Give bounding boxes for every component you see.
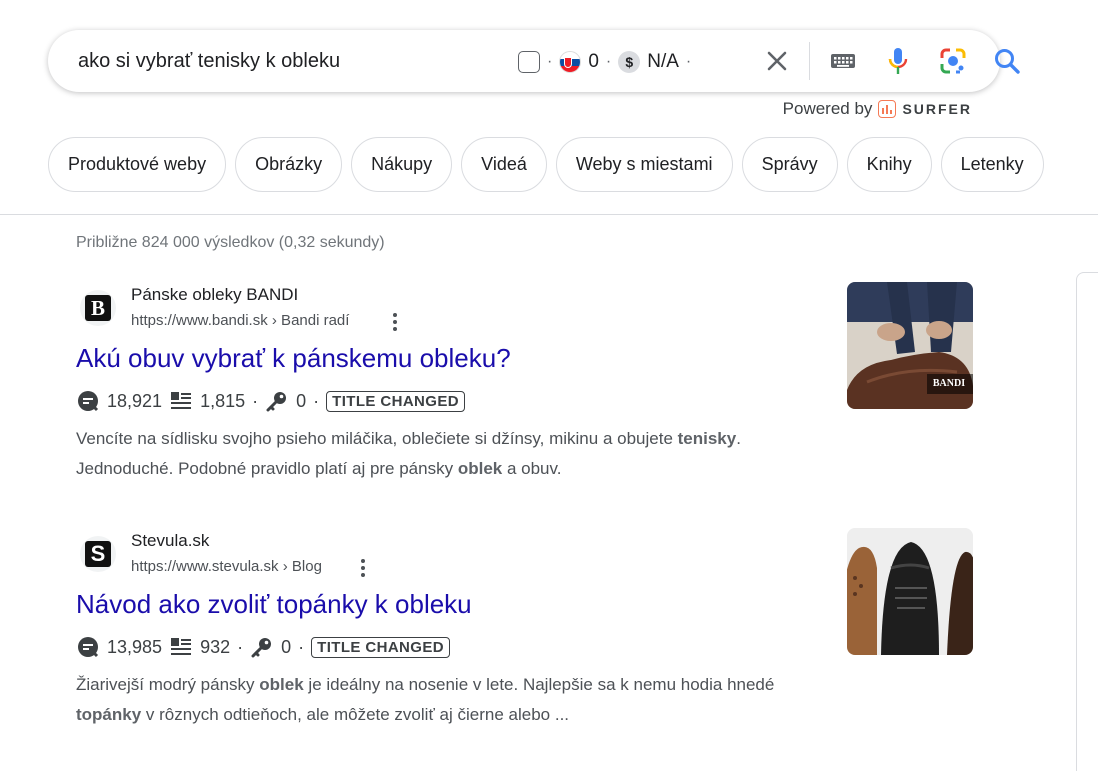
metric-words: 932 xyxy=(200,636,231,657)
snippet-highlight: tenisky xyxy=(677,429,737,448)
result-snippet: Vencíte na sídlisku svojho psieho miláči… xyxy=(76,424,836,484)
chip-letenky[interactable]: Letenky xyxy=(940,137,1044,192)
result-thumbnail-stevula[interactable] xyxy=(847,528,973,655)
more-options-icon[interactable] xyxy=(387,312,403,332)
chip-videa[interactable]: Videá xyxy=(461,137,547,192)
surfer-inline-widget: · 0 · $ N/A · xyxy=(518,48,691,76)
keyboard-icon[interactable] xyxy=(829,47,857,75)
search-icon[interactable] xyxy=(992,46,1022,76)
separator-dot: · xyxy=(237,636,244,657)
powered-by-surfer: Powered by SURFER xyxy=(783,99,972,119)
right-side-panel xyxy=(1076,272,1098,771)
key-icon xyxy=(266,392,287,412)
chip-obrazky[interactable]: Obrázky xyxy=(235,137,343,192)
metric-words: 1,815 xyxy=(200,390,246,411)
dollar-icon: $ xyxy=(618,51,641,73)
separator-dot: · xyxy=(605,53,612,70)
search-bar: · 0 · $ N/A · xyxy=(48,30,1020,92)
search-divider xyxy=(809,42,810,80)
result-title-link[interactable]: Návod ako zvoliť topánky k obleku xyxy=(76,589,836,620)
result-site-row[interactable]: B Pánske obleky BANDI https://www.bandi.… xyxy=(76,282,836,334)
site-favicon: S xyxy=(80,536,116,572)
separator-dot: · xyxy=(298,636,305,657)
metric-keywords: 0 xyxy=(296,390,307,411)
title-changed-badge: TITLE CHANGED xyxy=(326,390,465,412)
separator-dot: · xyxy=(252,390,259,411)
key-icon xyxy=(251,638,272,658)
result-thumbnail-bandi[interactable]: BANDI xyxy=(847,282,973,409)
result-metrics: 13,985 932 · 0 · TITLE CHANGED xyxy=(76,634,836,660)
word-count-icon xyxy=(171,638,192,655)
search-result: B Pánske obleky BANDI https://www.bandi.… xyxy=(76,282,836,484)
surfer-logo-icon xyxy=(878,100,897,118)
result-metrics: 18,921 1,815 · 0 · TITLE CHANGED xyxy=(76,388,836,414)
snippet-highlight: oblek xyxy=(457,459,503,478)
separator-dot: · xyxy=(685,53,692,70)
close-icon[interactable] xyxy=(762,46,792,76)
more-options-icon[interactable] xyxy=(355,558,371,578)
search-result: S Stevula.sk https://www.stevula.sk › Bl… xyxy=(76,528,836,730)
chip-knihy[interactable]: Knihy xyxy=(846,137,932,192)
filter-chips: Produktové weby Obrázky Nákupy Videá Web… xyxy=(48,137,1044,192)
google-lens-icon[interactable] xyxy=(938,46,968,76)
separator-dot: · xyxy=(313,390,320,411)
result-site-row[interactable]: S Stevula.sk https://www.stevula.sk › Bl… xyxy=(76,528,836,580)
title-changed-badge: TITLE CHANGED xyxy=(311,636,450,658)
snippet-highlight: topánky xyxy=(76,705,142,724)
metric-keywords: 0 xyxy=(281,636,292,657)
snippet-text: je ideálny na nosenie v lete. Najlepšie … xyxy=(303,675,728,694)
surfer-count: 0 xyxy=(588,51,599,72)
result-title-link[interactable]: Akú obuv vybrať k pánskemu obleku? xyxy=(76,343,836,374)
surfer-checkbox[interactable] xyxy=(518,51,540,73)
powered-by-label: Powered by xyxy=(782,99,873,118)
site-name: Stevula.sk xyxy=(131,531,210,550)
snippet-text: Žiarivejší modrý pánsky xyxy=(76,675,260,694)
snippet-text: hnedé xyxy=(727,675,775,694)
surfer-brand: SURFER xyxy=(902,101,972,117)
separator-dot: · xyxy=(547,53,553,70)
word-count-icon xyxy=(171,392,192,409)
chip-weby-s-miestami[interactable]: Weby s miestami xyxy=(555,137,733,192)
snippet-text: Vencíte na sídlisku svojho psieho miláči… xyxy=(76,429,678,448)
snippet-highlight: oblek xyxy=(259,675,304,694)
result-stats: Približne 824 000 výsledkov (0,32 sekund… xyxy=(76,234,385,251)
microphone-icon[interactable] xyxy=(884,46,912,76)
chip-nakupy[interactable]: Nákupy xyxy=(351,137,453,192)
header-divider xyxy=(0,214,1098,215)
site-url: https://www.bandi.sk › Bandi radí xyxy=(131,312,350,329)
search-input[interactable] xyxy=(78,48,498,74)
metric-traffic: 13,985 xyxy=(107,636,163,657)
chip-produktove-weby[interactable]: Produktové weby xyxy=(48,137,227,192)
site-url: https://www.stevula.sk › Blog xyxy=(131,558,322,575)
traffic-icon xyxy=(78,391,99,412)
chip-spravy[interactable]: Správy xyxy=(741,137,838,192)
snippet-text: a obuv. xyxy=(502,459,562,478)
thumb-brand-label: BANDI xyxy=(933,378,965,389)
traffic-icon xyxy=(78,637,99,658)
site-favicon: B xyxy=(80,290,116,326)
snippet-text: v rôznych odtieňoch, ale môžete zvoliť a… xyxy=(141,705,570,724)
surfer-value: N/A xyxy=(647,51,679,72)
metric-traffic: 18,921 xyxy=(107,390,163,411)
result-snippet: Žiarivejší modrý pánsky oblek je ideálny… xyxy=(76,670,836,730)
slovakia-flag-icon[interactable] xyxy=(559,51,582,73)
site-name: Pánske obleky BANDI xyxy=(131,285,299,304)
